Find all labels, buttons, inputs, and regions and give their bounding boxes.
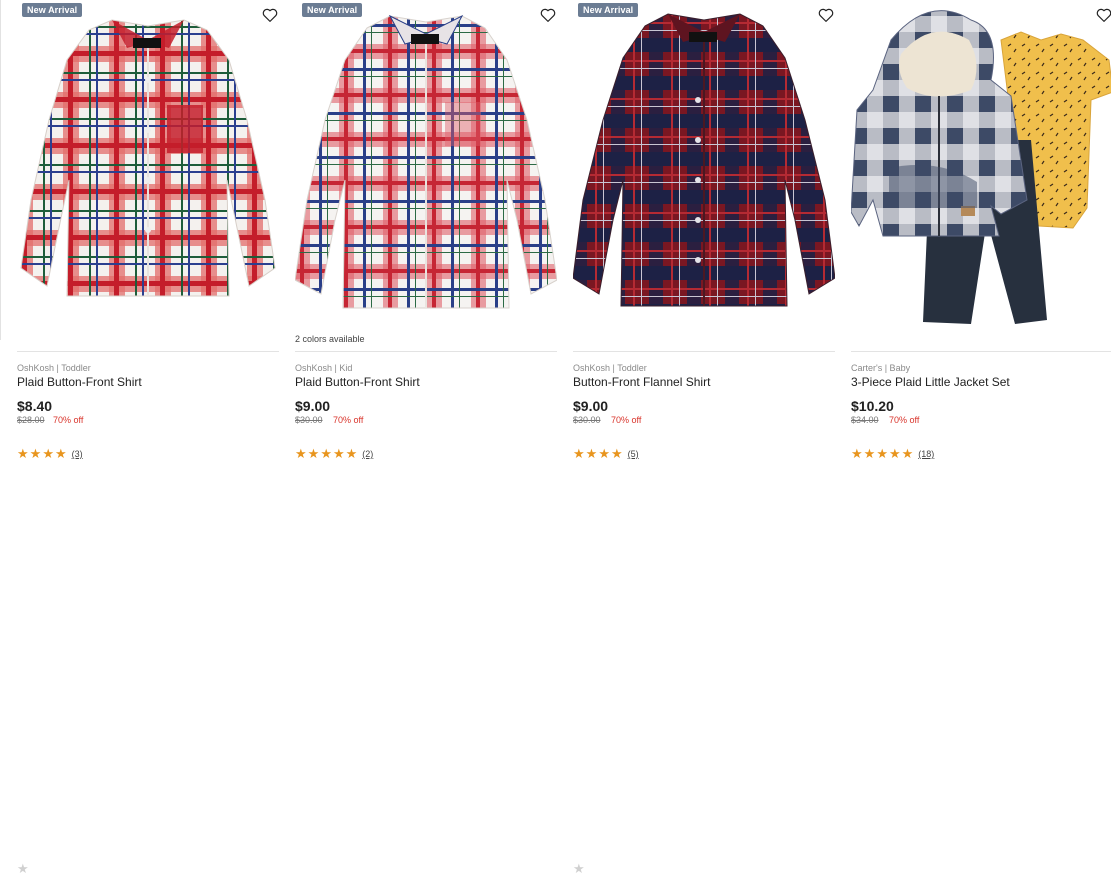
original-price: $30.00 xyxy=(295,415,323,425)
star-icon: ★ xyxy=(29,446,42,461)
product-grid: New Arrival OshKosh | Toddler Plaid Butt… xyxy=(0,0,1111,875)
card-divider xyxy=(295,351,557,352)
star-icon: ★ xyxy=(332,446,345,461)
colors-available[interactable]: 2 colors available xyxy=(295,334,365,344)
star-icon: ★ xyxy=(610,446,623,461)
heart-icon[interactable] xyxy=(817,6,835,24)
new-arrival-badge: New Arrival xyxy=(578,3,639,17)
product-image[interactable]: New Arrival xyxy=(295,0,557,330)
star-rating: ★ ★ ★ ★ ★ (2) xyxy=(295,446,373,461)
discount-label: 70% off xyxy=(611,415,642,425)
sale-price: $10.20 xyxy=(851,398,894,414)
star-icon: ★ xyxy=(851,446,863,461)
original-price: $30.00 xyxy=(573,415,601,425)
star-rating: ★ ★ ★ ★ ★ (3) xyxy=(17,446,83,875)
product-name-link[interactable]: Button-Front Flannel Shirt xyxy=(573,375,710,389)
review-count-link[interactable]: (3) xyxy=(72,449,83,459)
product-name-link[interactable]: Plaid Button-Front Shirt xyxy=(295,375,420,389)
star-icon: ★ xyxy=(901,446,914,461)
discount-label: 70% off xyxy=(53,415,84,425)
heart-icon[interactable] xyxy=(539,6,557,24)
star-icon: ★ xyxy=(42,446,54,461)
new-arrival-badge: New Arrival xyxy=(22,3,83,17)
product-brand: OshKosh | Kid xyxy=(295,363,353,373)
card-divider xyxy=(17,351,279,352)
star-icon: ★ xyxy=(54,446,67,461)
product-card[interactable]: New Arrival OshKosh | Toddler Button-Fro… xyxy=(573,0,835,875)
star-rating: ★ ★ ★ ★ ★ (5) xyxy=(573,446,639,875)
new-arrival-badge: New Arrival xyxy=(302,3,363,17)
star-icon: ★ xyxy=(598,446,610,461)
product-brand: OshKosh | Toddler xyxy=(17,363,91,373)
star-icon: ★ xyxy=(863,446,876,461)
product-card[interactable]: Carter's | Baby 3-Piece Plaid Little Jac… xyxy=(851,0,1111,463)
discount-label: 70% off xyxy=(333,415,364,425)
shirt-image xyxy=(573,13,835,307)
star-icon: ★ xyxy=(876,446,888,461)
sale-price: $8.40 xyxy=(17,398,53,414)
star-icon: ★ xyxy=(307,446,320,461)
star-icon: ★ xyxy=(17,446,29,461)
shirt-image xyxy=(20,19,276,297)
original-price: $34.00 xyxy=(851,415,879,425)
heart-icon[interactable] xyxy=(1095,6,1111,24)
star-icon: ★ xyxy=(573,446,585,461)
product-card[interactable]: New Arrival 2 colors available OshKosh |… xyxy=(295,0,557,463)
jacket-set-image xyxy=(851,10,1111,324)
review-count-link[interactable]: (5) xyxy=(628,449,639,459)
star-icon: ★ xyxy=(320,446,332,461)
star-rating: ★ ★ ★ ★ ★ (18) xyxy=(851,446,934,461)
product-card[interactable]: New Arrival OshKosh | Toddler Plaid Butt… xyxy=(17,0,279,875)
discount-label: 70% off xyxy=(889,415,920,425)
star-icon: ★ xyxy=(585,446,598,461)
card-divider xyxy=(573,351,835,352)
star-icon: ★ xyxy=(17,861,29,876)
shirt-image xyxy=(295,14,557,309)
original-price: $28.00 xyxy=(17,415,45,425)
product-image[interactable]: New Arrival xyxy=(573,0,835,330)
product-brand: OshKosh | Toddler xyxy=(573,363,647,373)
sale-price: $9.00 xyxy=(573,398,609,414)
sale-price: $9.00 xyxy=(295,398,331,414)
product-brand: Carter's | Baby xyxy=(851,363,911,373)
product-name-link[interactable]: Plaid Button-Front Shirt xyxy=(17,375,142,389)
star-icon: ★ xyxy=(295,446,307,461)
review-count-link[interactable]: (18) xyxy=(918,449,934,459)
star-icon: ★ xyxy=(888,446,901,461)
heart-icon[interactable] xyxy=(261,6,279,24)
card-divider xyxy=(851,351,1111,352)
product-name-link[interactable]: 3-Piece Plaid Little Jacket Set xyxy=(851,375,1010,389)
product-image[interactable]: New Arrival xyxy=(17,0,279,330)
star-icon: ★ xyxy=(573,861,585,876)
review-count-link[interactable]: (2) xyxy=(362,449,373,459)
star-icon: ★ xyxy=(345,446,358,461)
product-image[interactable] xyxy=(851,0,1111,330)
